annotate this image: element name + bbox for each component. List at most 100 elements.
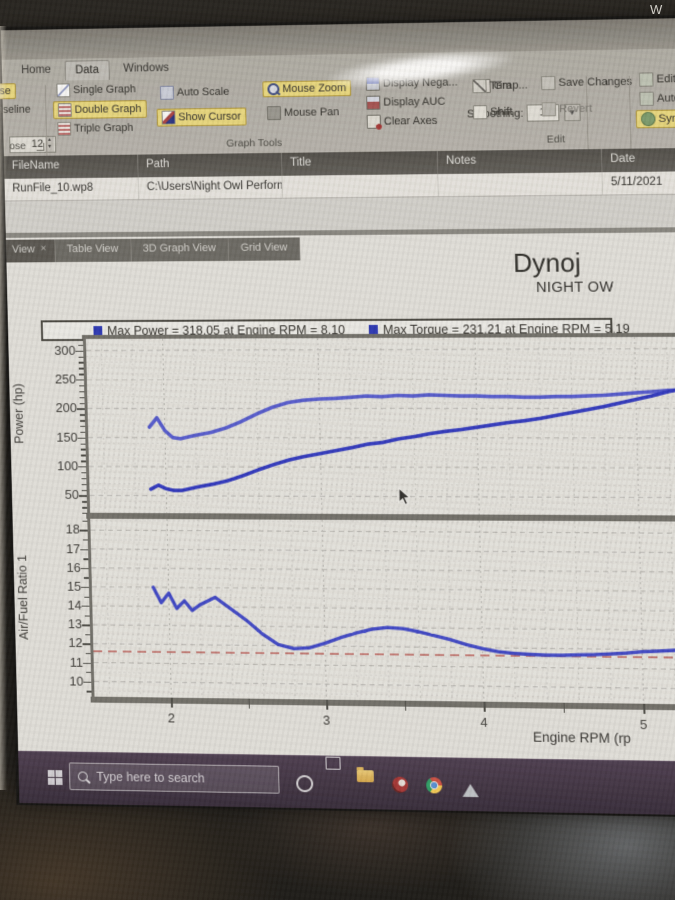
sync-icon bbox=[641, 112, 656, 126]
double-graph-icon bbox=[58, 103, 72, 117]
windows-taskbar bbox=[18, 751, 675, 816]
graph-panel: View × Table View 3D Graph View Grid Vie… bbox=[6, 232, 675, 762]
y-tick-label: 15 bbox=[44, 579, 81, 594]
dyno-subtitle: NIGHT OW bbox=[536, 279, 614, 296]
auto-scale-button[interactable]: Auto Scale bbox=[156, 84, 233, 101]
y-tick-mark bbox=[84, 577, 89, 578]
tab-grid-view[interactable]: Grid View bbox=[228, 237, 300, 260]
clear-axes-icon bbox=[367, 115, 381, 129]
single-graph-button[interactable]: Single Graph bbox=[52, 81, 139, 98]
shift-button[interactable]: Shift bbox=[469, 104, 517, 121]
y-tick-mark bbox=[81, 455, 86, 456]
auto-s-icon bbox=[639, 92, 654, 106]
auto-scale-icon bbox=[160, 86, 174, 100]
col-notes[interactable]: Notes bbox=[438, 149, 603, 174]
cut-button-top[interactable]: ose bbox=[0, 83, 16, 99]
y-tick-mark bbox=[82, 501, 87, 502]
photo-frame: W Home Data Windows ose aseline 12 ▲▼ Si… bbox=[0, 0, 675, 900]
search-input[interactable] bbox=[94, 769, 255, 788]
col-filename[interactable]: FileName bbox=[4, 155, 139, 179]
y-tick-mark bbox=[79, 362, 84, 363]
tab-data[interactable]: Data bbox=[64, 60, 110, 80]
tab-windows[interactable]: Windows bbox=[113, 59, 179, 80]
trim-icon bbox=[472, 79, 486, 93]
legend-square-icon bbox=[93, 326, 102, 335]
close-tab-icon[interactable]: × bbox=[40, 243, 46, 262]
sync-w-button[interactable]: Sync W bbox=[636, 109, 675, 128]
y-tick-mark bbox=[80, 426, 85, 427]
triangle-app-icon[interactable] bbox=[462, 784, 478, 797]
mouse-zoom-icon bbox=[267, 83, 279, 95]
mouse-zoom-button[interactable]: Mouse Zoom bbox=[262, 80, 351, 97]
file-explorer-icon[interactable] bbox=[357, 770, 374, 782]
double-graph-button[interactable]: Double Graph bbox=[53, 100, 147, 119]
graph-tools-group-label: Graph Tools bbox=[226, 137, 282, 150]
y-tick-mark bbox=[79, 368, 84, 369]
x-tick-label: 2 bbox=[168, 710, 175, 725]
dialog-launcher-icon[interactable] bbox=[36, 143, 44, 151]
y-tick-mark bbox=[81, 587, 89, 588]
task-view-icon[interactable] bbox=[325, 757, 340, 770]
x-tick-mark bbox=[171, 698, 173, 708]
clear-axes-button[interactable]: Clear Axes bbox=[363, 113, 442, 130]
auto-s-button[interactable]: Auto S bbox=[635, 90, 675, 107]
x-tick-mark bbox=[643, 704, 645, 714]
triple-graph-button[interactable]: Triple Graph bbox=[53, 120, 137, 137]
y-tick-mark bbox=[81, 461, 86, 462]
y-tick-label: 13 bbox=[45, 616, 82, 631]
afr-chart[interactable] bbox=[87, 519, 675, 705]
save-changes-button[interactable]: Save Changes bbox=[537, 74, 636, 92]
rpm-axis-label: Engine RPM (rp bbox=[533, 730, 631, 747]
search-icon bbox=[78, 771, 88, 781]
baseline-label: aseline bbox=[0, 103, 35, 117]
tab-table-view[interactable]: Table View bbox=[55, 239, 132, 262]
y-tick-mark bbox=[81, 478, 86, 479]
taskbar-search[interactable] bbox=[69, 762, 280, 793]
y-tick-mark bbox=[84, 596, 89, 597]
y-tick-mark bbox=[82, 490, 87, 491]
y-tick-mark bbox=[81, 472, 86, 473]
display-auc-icon bbox=[366, 96, 380, 110]
cut-group-label: ose bbox=[9, 140, 26, 152]
y-tick-mark bbox=[78, 345, 83, 346]
show-cursor-button[interactable]: Show Cursor bbox=[157, 108, 247, 127]
mouse-pan-button[interactable]: Mouse Pan bbox=[263, 104, 344, 121]
red-app-icon[interactable] bbox=[392, 777, 408, 793]
tab-home[interactable]: Home bbox=[11, 61, 61, 81]
save-changes-icon bbox=[541, 76, 556, 90]
y-tick-mark bbox=[82, 484, 87, 485]
background-wall-text: W bbox=[650, 2, 662, 17]
col-title[interactable]: Title bbox=[282, 151, 438, 176]
display-negative-button[interactable]: Display Nega... bbox=[362, 74, 462, 92]
display-auc-button[interactable]: Display AUC bbox=[362, 94, 449, 111]
y-tick-label: 300 bbox=[38, 343, 75, 358]
shift-icon bbox=[473, 105, 487, 119]
revert-button[interactable]: Revert bbox=[538, 101, 597, 118]
edit-graph-button[interactable]: Edit Gr bbox=[635, 71, 675, 88]
chrome-icon[interactable] bbox=[426, 777, 442, 793]
y-tick-mark bbox=[85, 615, 90, 616]
trim-button[interactable]: Trim bbox=[468, 78, 515, 95]
y-tick-mark bbox=[83, 662, 91, 663]
y-tick-mark bbox=[81, 443, 86, 444]
y-tick-mark bbox=[76, 380, 84, 381]
mouse-pan-icon bbox=[267, 106, 281, 120]
cortana-icon[interactable] bbox=[296, 775, 313, 792]
start-button[interactable] bbox=[48, 770, 63, 785]
tab-graph-view[interactable]: View × bbox=[6, 239, 55, 262]
power-torque-chart[interactable] bbox=[83, 337, 675, 516]
run-file-grid: FileName Path Title Notes Date RunFile_1… bbox=[4, 148, 675, 233]
y-tick-label: 17 bbox=[43, 541, 80, 556]
y-tick-mark bbox=[80, 432, 85, 433]
y-tick-mark bbox=[81, 449, 86, 450]
y-tick-mark bbox=[86, 653, 91, 654]
x-tick-label: 3 bbox=[323, 713, 331, 728]
y-tick-label: 14 bbox=[44, 597, 81, 612]
y-tick-mark bbox=[83, 540, 88, 541]
col-path[interactable]: Path bbox=[138, 153, 282, 178]
cell-filename: RunFile_10.wp8 bbox=[4, 177, 139, 200]
y-tick-label: 200 bbox=[40, 401, 77, 416]
x-tick-mark bbox=[326, 700, 328, 710]
col-date[interactable]: Date bbox=[602, 148, 675, 172]
tab-3d-graph-view[interactable]: 3D Graph View bbox=[131, 238, 229, 262]
